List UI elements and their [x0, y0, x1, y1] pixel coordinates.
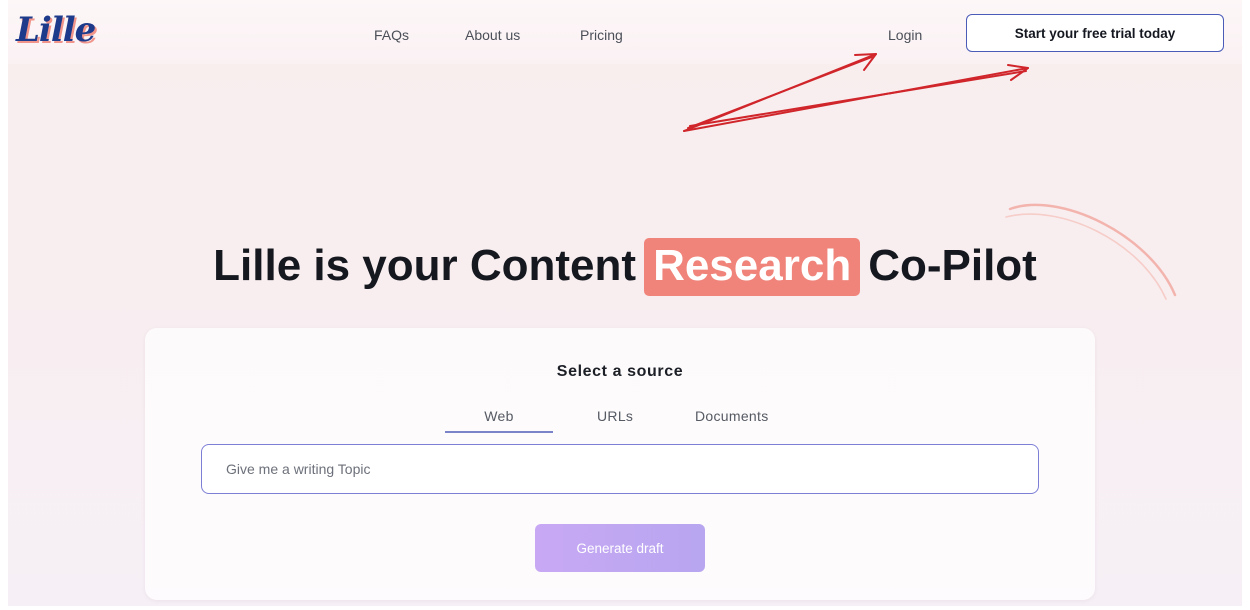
frame-left-edge: [0, 0, 8, 610]
annotation-arrow-trial-shaft: [683, 67, 1029, 132]
writing-topic-input[interactable]: [201, 444, 1039, 494]
annotation-arrow-login-shaft: [683, 53, 877, 132]
annotation-arrow-login-shaft-2: [687, 56, 873, 129]
frame-bottom-edge: [0, 606, 1250, 610]
tab-urls[interactable]: URLs: [597, 408, 633, 424]
generate-draft-button[interactable]: Generate draft: [535, 524, 705, 572]
lille-logo[interactable]: Lille: [16, 10, 96, 50]
tab-documents[interactable]: Documents: [695, 408, 769, 424]
start-free-trial-button[interactable]: Start your free trial today: [966, 14, 1224, 52]
nav-link-faqs[interactable]: FAQs: [374, 27, 409, 43]
nav-link-about-us[interactable]: About us: [465, 27, 520, 43]
source-selection-card: Select a source Web URLs Documents Gener…: [145, 328, 1095, 600]
top-navbar: Lille FAQs About us Pricing Login Start …: [8, 0, 1242, 64]
login-link[interactable]: Login: [888, 27, 922, 43]
select-source-heading: Select a source: [556, 363, 684, 380]
frame-right-edge: [1242, 0, 1250, 610]
nav-link-pricing[interactable]: Pricing: [580, 27, 623, 43]
hero-title-tail: Co-Pilot: [868, 241, 1037, 290]
hero-title-lead: Lille is your Content: [213, 241, 637, 290]
tab-web[interactable]: Web: [445, 408, 553, 433]
annotation-arrow-trial-shaft-2: [689, 70, 1027, 127]
hero-title-highlight: Research: [644, 238, 861, 296]
annotation-arrow-trial-head: [1007, 64, 1029, 81]
hero-title: Lille is your Content Research Co-Pilot: [0, 238, 1250, 296]
